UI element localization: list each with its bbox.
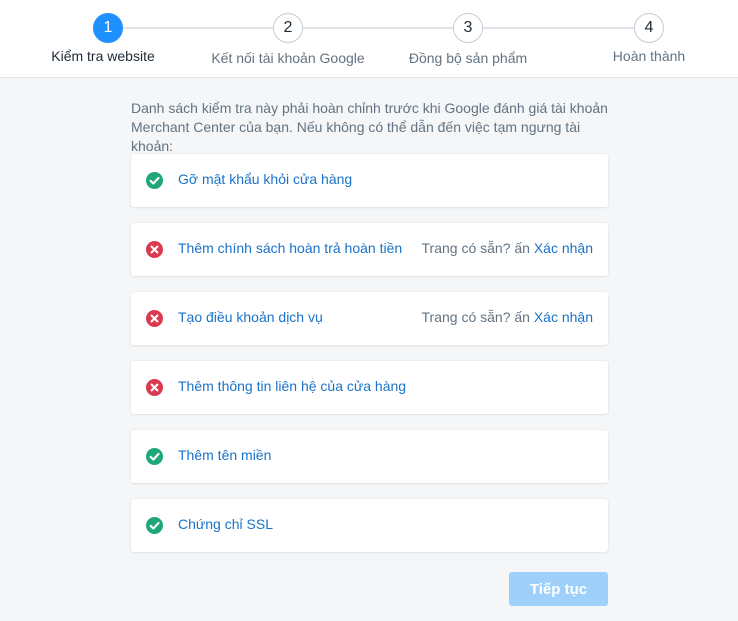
checklist-item-contact-info: Thêm thông tin liên hệ của cửa hàng	[131, 361, 608, 414]
step-1-circle: 1	[93, 13, 123, 43]
page-exists-hint: Trang có sẵn? ấn Xác nhận	[422, 309, 594, 325]
page-exists-hint: Trang có sẵn? ấn Xác nhận	[422, 240, 594, 256]
stepper-header: 1 2 3 4 Kiểm tra website Kết nối tài kho…	[0, 0, 738, 78]
step-connector	[108, 27, 288, 29]
step-2-label: Kết nối tài khoản Google	[211, 50, 365, 66]
step-4-label: Hoàn thành	[612, 48, 686, 64]
continue-button[interactable]: Tiếp tục	[509, 572, 608, 606]
checklist-item-ssl: Chứng chỉ SSL	[131, 499, 608, 552]
checklist-item-domain: Thêm tên miền	[131, 430, 608, 483]
checklist-item-link[interactable]: Thêm chính sách hoàn trả hoàn tiền	[178, 240, 402, 256]
step-1-label: Kiểm tra website	[51, 48, 155, 64]
checklist-item-link[interactable]: Tạo điều khoản dịch vụ	[178, 309, 323, 325]
step-3-circle: 3	[453, 13, 483, 43]
check-circle-icon	[146, 517, 163, 534]
confirm-link[interactable]: Xác nhận	[534, 309, 593, 325]
confirm-link[interactable]: Xác nhận	[534, 240, 593, 256]
step-4-circle: 4	[634, 13, 664, 43]
step-connector	[468, 27, 649, 29]
check-circle-icon	[146, 172, 163, 189]
checklist-intro-text: Danh sách kiểm tra này phải hoàn chỉnh t…	[131, 100, 608, 154]
checklist-item-link[interactable]: Chứng chỉ SSL	[178, 516, 273, 532]
hint-text: Trang có sẵn? ấn	[421, 240, 534, 256]
step-connector	[288, 27, 468, 29]
checklist-item-link[interactable]: Thêm thông tin liên hệ của cửa hàng	[178, 378, 406, 394]
error-circle-icon	[146, 310, 163, 327]
checklist-item-remove-password: Gỡ mật khẩu khỏi cửa hàng	[131, 154, 608, 207]
error-circle-icon	[146, 241, 163, 258]
checklist-item-link[interactable]: Gỡ mật khẩu khỏi cửa hàng	[178, 171, 352, 187]
error-circle-icon	[146, 379, 163, 396]
checklist-item-refund-policy: Thêm chính sách hoàn trả hoàn tiền Trang…	[131, 223, 608, 276]
step-2-circle: 2	[273, 13, 303, 43]
step-3-label: Đồng bộ sản phẩm	[408, 50, 528, 66]
check-circle-icon	[146, 448, 163, 465]
checklist-item-link[interactable]: Thêm tên miền	[178, 447, 271, 463]
checklist-item-terms-of-service: Tạo điều khoản dịch vụ Trang có sẵn? ấn …	[131, 292, 608, 345]
hint-text: Trang có sẵn? ấn	[421, 309, 534, 325]
